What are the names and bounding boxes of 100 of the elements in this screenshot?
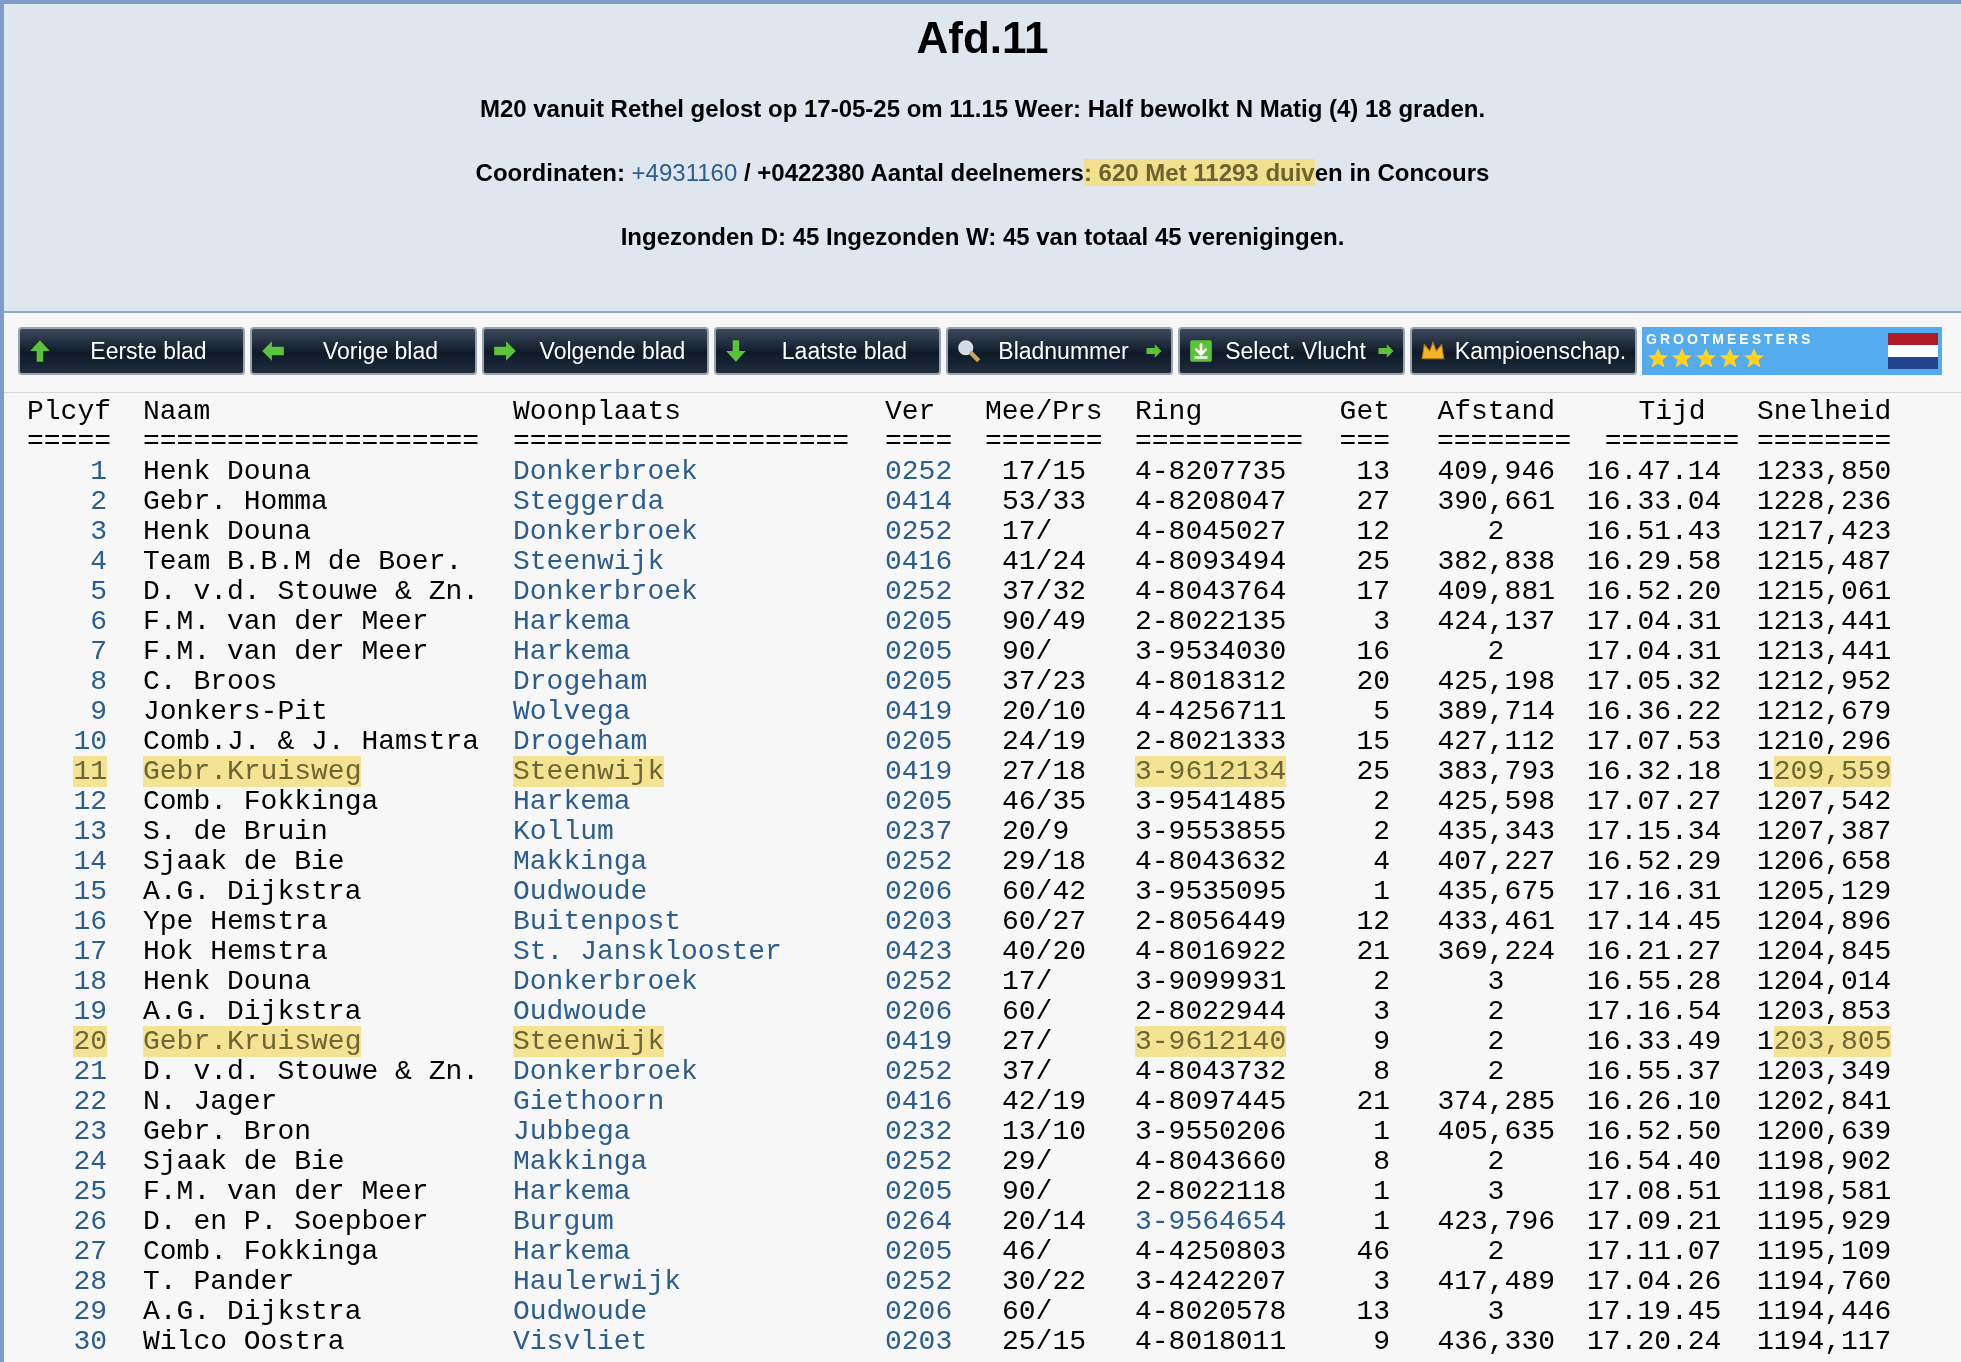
town-link[interactable]: Makkinga <box>513 846 648 877</box>
place-number-link[interactable]: 19 <box>73 996 107 1027</box>
club-link[interactable]: 0416 <box>885 546 953 577</box>
town-link[interactable]: Haulerwijk <box>513 1266 682 1297</box>
toolbar-button[interactable]: Volgende blad <box>482 327 709 375</box>
place-number-link[interactable]: 28 <box>73 1266 107 1297</box>
town-link[interactable]: Steenwijk <box>513 546 665 577</box>
town-link[interactable]: Giethoorn <box>513 1086 665 1117</box>
place-number-link[interactable]: 27 <box>73 1236 107 1267</box>
toolbar-button[interactable]: Vorige blad <box>250 327 477 375</box>
club-link[interactable]: 0232 <box>885 1116 953 1147</box>
town-link[interactable]: Oudwoude <box>513 996 648 1027</box>
club-link[interactable]: 0237 <box>885 816 953 847</box>
coordinate-link[interactable]: +4931160 <box>631 159 738 186</box>
toolbar-button[interactable]: Eerste blad <box>18 327 245 375</box>
town-link[interactable]: Wolvega <box>513 696 631 727</box>
place-number-link[interactable]: 25 <box>73 1176 107 1207</box>
town-link[interactable]: Burgum <box>513 1206 614 1237</box>
town-link[interactable]: Harkema <box>513 1236 631 1267</box>
place-number-link[interactable]: 8 <box>90 666 107 697</box>
club-link[interactable]: 0252 <box>885 576 953 607</box>
town-link[interactable]: Donkerbroek <box>513 576 698 607</box>
place-number-link[interactable]: 21 <box>73 1056 107 1087</box>
club-link[interactable]: 0414 <box>885 486 953 517</box>
town-link[interactable]: Oudwoude <box>513 876 648 907</box>
club-link[interactable]: 0252 <box>885 1266 953 1297</box>
town-link[interactable]: Harkema <box>513 636 631 667</box>
town-link[interactable]: Harkema <box>513 606 631 637</box>
town-link[interactable]: Donkerbroek <box>513 1056 698 1087</box>
town-link[interactable]: Visvliet <box>513 1326 648 1357</box>
club-link[interactable]: 0252 <box>885 1056 953 1087</box>
toolbar-button[interactable]: Bladnummer <box>946 327 1173 375</box>
town-link[interactable]: Donkerbroek <box>513 516 698 547</box>
club-link[interactable]: 0252 <box>885 1146 953 1177</box>
place-number-link[interactable]: 5 <box>90 576 107 607</box>
town-link[interactable]: Drogeham <box>513 666 648 697</box>
place-number-link[interactable]: 29 <box>73 1296 107 1327</box>
club-link[interactable]: 0206 <box>885 996 953 1027</box>
club-link[interactable]: 0206 <box>885 1296 953 1327</box>
club-link[interactable]: 0419 <box>885 756 953 787</box>
club-link[interactable]: 0205 <box>885 726 953 757</box>
town-link[interactable]: Kollum <box>513 816 614 847</box>
place-number-link[interactable]: 9 <box>90 696 107 727</box>
club-link[interactable]: 0419 <box>885 1026 953 1057</box>
place-number-link[interactable]: 12 <box>73 786 107 817</box>
club-link[interactable]: 0205 <box>885 636 953 667</box>
place-number-link[interactable]: 1 <box>90 456 107 487</box>
ring-link[interactable]: 3-9564654 <box>1135 1206 1287 1237</box>
club-link[interactable]: 0252 <box>885 456 953 487</box>
club-link[interactable]: 0203 <box>885 1326 953 1357</box>
place-number-link[interactable]: 26 <box>73 1206 107 1237</box>
town-link[interactable]: Steenwijk <box>513 1026 665 1057</box>
place-number-link[interactable]: 23 <box>73 1116 107 1147</box>
place-number-link[interactable]: 11 <box>73 756 107 787</box>
place-number-link[interactable]: 18 <box>73 966 107 997</box>
club-link[interactable]: 0205 <box>885 786 953 817</box>
club-link[interactable]: 0252 <box>885 846 953 877</box>
town-link[interactable]: Steggerda <box>513 486 665 517</box>
toolbar-button[interactable]: Kampioenschap. <box>1410 327 1637 375</box>
place-number-link[interactable]: 20 <box>73 1026 107 1057</box>
place-number-link[interactable]: 10 <box>73 726 107 757</box>
club-link[interactable]: 0264 <box>885 1206 953 1237</box>
town-link[interactable]: Harkema <box>513 1176 631 1207</box>
place-number-link[interactable]: 17 <box>73 936 107 967</box>
town-link[interactable]: Steenwijk <box>513 756 665 787</box>
place-number-link[interactable]: 16 <box>73 906 107 937</box>
town-link[interactable]: Buitenpost <box>513 906 682 937</box>
club-link[interactable]: 0205 <box>885 1176 953 1207</box>
toolbar-button[interactable]: Select. Vlucht <box>1178 327 1405 375</box>
club-link[interactable]: 0252 <box>885 966 953 997</box>
town-link[interactable]: Makkinga <box>513 1146 648 1177</box>
town-link[interactable]: Harkema <box>513 786 631 817</box>
table-cell: 1194,446 <box>1757 1296 1892 1327</box>
place-number-link[interactable]: 15 <box>73 876 107 907</box>
club-link[interactable]: 0205 <box>885 666 953 697</box>
club-link[interactable]: 0416 <box>885 1086 953 1117</box>
club-link[interactable]: 0206 <box>885 876 953 907</box>
town-link[interactable]: Drogeham <box>513 726 648 757</box>
place-number-link[interactable]: 4 <box>90 546 107 577</box>
place-number-link[interactable]: 3 <box>90 516 107 547</box>
club-link[interactable]: 0205 <box>885 1236 953 1267</box>
place-number-link[interactable]: 7 <box>90 636 107 667</box>
town-link[interactable]: St. Jansklooster <box>513 936 782 967</box>
club-link[interactable]: 0419 <box>885 696 953 727</box>
club-link[interactable]: 0423 <box>885 936 953 967</box>
town-link[interactable]: Donkerbroek <box>513 456 698 487</box>
place-number-link[interactable]: 6 <box>90 606 107 637</box>
town-link[interactable]: Oudwoude <box>513 1296 648 1327</box>
club-link[interactable]: 0252 <box>885 516 953 547</box>
place-number-link[interactable]: 30 <box>73 1326 107 1357</box>
place-number-link[interactable]: 2 <box>90 486 107 517</box>
club-link[interactable]: 0203 <box>885 906 953 937</box>
town-link[interactable]: Jubbega <box>513 1116 631 1147</box>
place-number-link[interactable]: 14 <box>73 846 107 877</box>
place-number-link[interactable]: 24 <box>73 1146 107 1177</box>
place-number-link[interactable]: 13 <box>73 816 107 847</box>
town-link[interactable]: Donkerbroek <box>513 966 698 997</box>
club-link[interactable]: 0205 <box>885 606 953 637</box>
place-number-link[interactable]: 22 <box>73 1086 107 1117</box>
toolbar-button[interactable]: Laatste blad <box>714 327 941 375</box>
